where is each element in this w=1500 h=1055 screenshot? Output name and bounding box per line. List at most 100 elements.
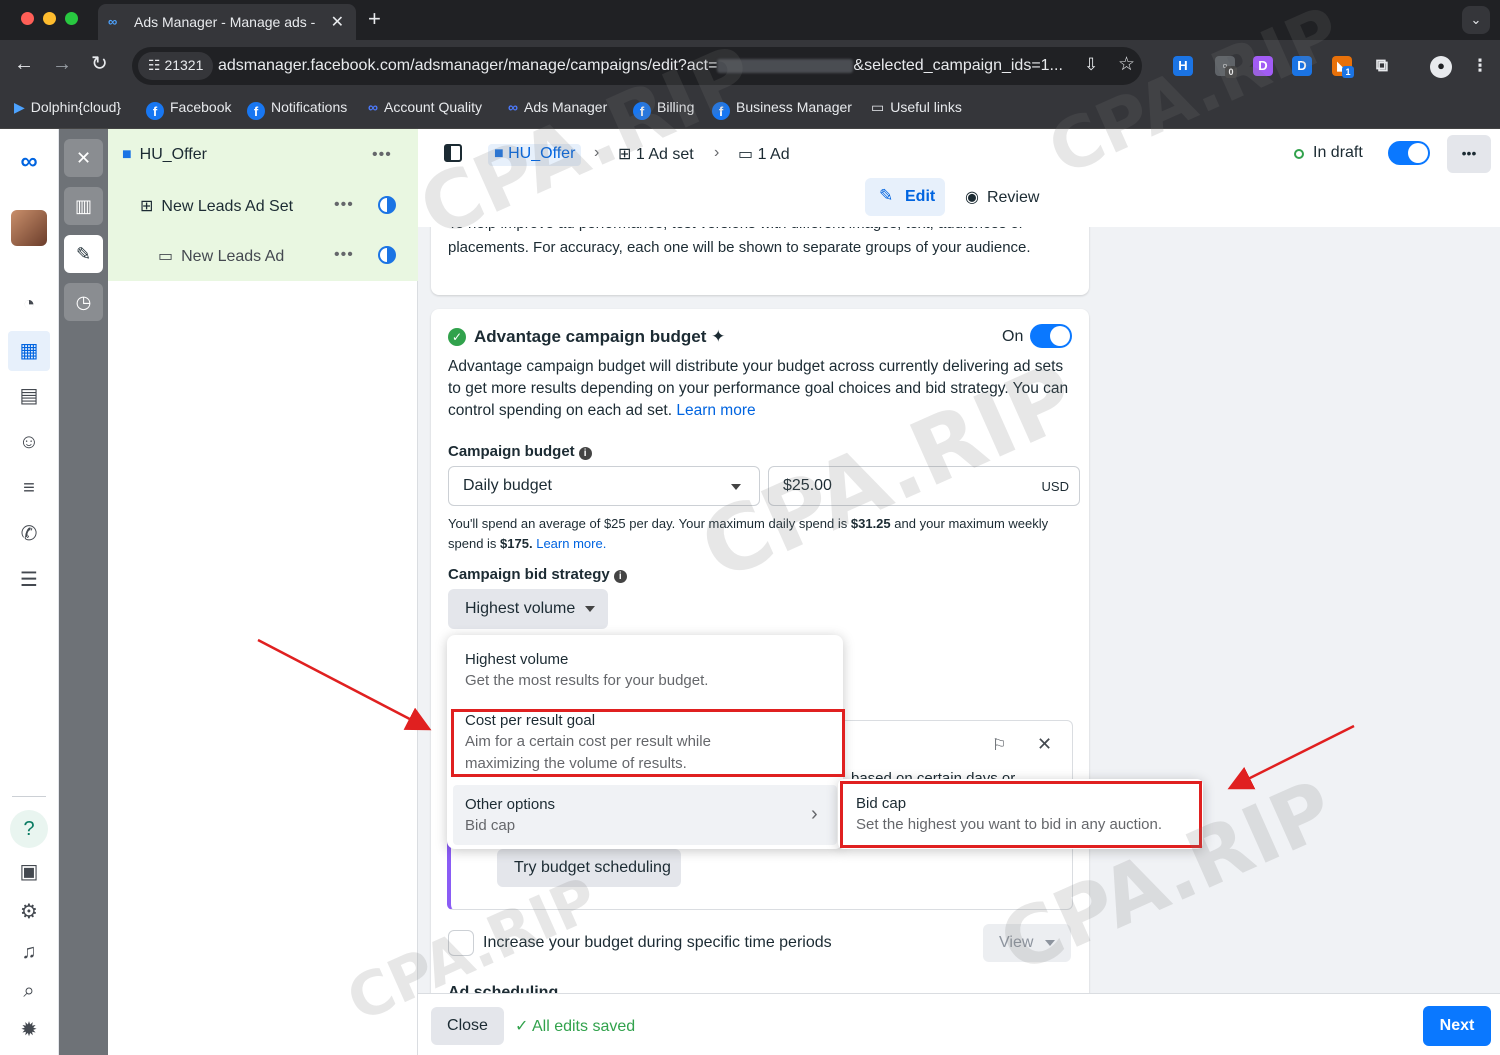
caret-down-icon	[731, 484, 741, 490]
meta-logo-icon[interactable]: ∞	[14, 147, 44, 177]
budget-type-select[interactable]: Daily budget	[448, 466, 760, 506]
bid-strategy-dropdown[interactable]: Highest volume	[448, 589, 608, 629]
next-button[interactable]: Next	[1423, 1006, 1491, 1046]
extension-fox-icon[interactable]: ◣ 1	[1332, 56, 1354, 78]
chart-icon[interactable]: ▥	[64, 187, 103, 225]
reload-icon[interactable]: ↻	[91, 54, 108, 74]
editor-tools-rail: ✕ ▥ ✎ ◷	[59, 129, 108, 1055]
help-icon[interactable]: ?	[10, 810, 48, 848]
extension-d-blue-icon[interactable]: D	[1292, 56, 1312, 76]
notifications-bell-icon[interactable]: ♫	[14, 937, 44, 967]
bookmark-billing[interactable]: f Billing	[633, 99, 694, 120]
bug-report-icon[interactable]: ✹	[14, 1015, 44, 1045]
adset-more-button[interactable]: •••	[334, 196, 354, 214]
budget-amount-input[interactable]: $25.00 USD	[768, 466, 1080, 506]
breadcrumb-ad[interactable]: ▭ 1 Ad	[738, 144, 790, 164]
ad-more-button[interactable]: •••	[334, 246, 354, 264]
menu-item-desc: Bid cap	[465, 817, 516, 834]
close-window-button[interactable]	[21, 12, 34, 25]
campaigns-table-icon[interactable]: ▦	[8, 331, 50, 371]
site-info-chip[interactable]: ☷ 21321	[138, 52, 214, 80]
bookmark-account-quality[interactable]: ∞ Account Quality	[368, 99, 482, 115]
caret-down-icon	[585, 606, 595, 612]
learn-more-link[interactable]: Learn more.	[536, 536, 606, 551]
acb-toggle[interactable]	[1030, 324, 1072, 348]
dashboard-gauge-icon[interactable]: ◔	[14, 289, 44, 319]
edit-pencil-icon[interactable]: ✎	[64, 235, 103, 273]
sidebar-toggle-icon[interactable]	[444, 144, 462, 162]
menu-item-desc: Get the most results for your budget.	[465, 672, 709, 689]
campaign-more-button[interactable]: •••	[372, 146, 392, 164]
breadcrumb-campaign[interactable]: ■ HU_Offer	[488, 144, 582, 166]
adset-status-half-icon	[378, 196, 396, 214]
menu-item-title: Highest volume	[465, 651, 569, 668]
tab-close-icon[interactable]: ✕	[331, 12, 344, 32]
bookmark-dolphin[interactable]: ▶ Dolphin{cloud}	[14, 99, 121, 116]
increase-budget-checkbox[interactable]	[448, 930, 474, 956]
bookmark-business-manager[interactable]: f Business Manager	[712, 99, 852, 120]
breadcrumb-adset[interactable]: ⊞ 1 Ad set	[618, 144, 694, 164]
bookmark-notifications[interactable]: f Notifications	[247, 99, 347, 120]
browser-tab[interactable]: ∞ Ads Manager - Manage ads - ✕	[98, 4, 356, 40]
bookmark-star-icon[interactable]: ☆	[1118, 53, 1135, 76]
billing-stack-icon[interactable]: ≡	[14, 473, 44, 503]
view-button[interactable]: View	[983, 924, 1071, 962]
close-button[interactable]: Close	[431, 1007, 504, 1045]
all-tools-menu-icon[interactable]: ☰	[14, 565, 44, 595]
chevron-right-icon: ›	[811, 803, 818, 825]
history-clock-icon[interactable]: ◷	[64, 283, 103, 321]
campaign-tree: ■ HU_Offer ••• ⊞ New Leads Ad Set ••• ▭ New…	[108, 129, 418, 1055]
ab-test-card: To help improve ad performance, test ver…	[431, 215, 1089, 295]
address-bar[interactable]: ☷ 21321 adsmanager.facebook.com/adsmanag…	[132, 47, 1142, 85]
extension-d-purple-icon[interactable]: D	[1253, 56, 1273, 76]
tree-ad-row[interactable]: ▭ New Leads Ad	[158, 246, 284, 270]
back-icon[interactable]: ←	[14, 54, 34, 74]
tab-search-button[interactable]: ⌄	[1462, 6, 1490, 34]
extensions-puzzle-icon[interactable]: ⧉	[1372, 56, 1392, 76]
bookmark-ads-manager[interactable]: ∞ Ads Manager	[508, 99, 607, 115]
campaign-on-toggle[interactable]	[1388, 141, 1430, 165]
new-tab-button[interactable]: +	[368, 6, 381, 32]
folder-icon: ■	[494, 145, 509, 162]
search-icon[interactable]: ⌕	[14, 976, 44, 1006]
tree-campaign-row[interactable]: ■ HU_Offer	[122, 146, 207, 170]
facebook-icon: f	[633, 102, 651, 120]
caret-down-icon	[1045, 940, 1055, 946]
feedback-icon[interactable]: ⚐	[992, 735, 1006, 755]
minimize-window-button[interactable]	[43, 12, 56, 25]
tab-review[interactable]: ◉ Review	[965, 187, 1039, 207]
forward-icon[interactable]: →	[52, 54, 72, 74]
currency-label: USD	[1041, 479, 1069, 494]
audiences-icon[interactable]: ☺	[14, 427, 44, 457]
extension-h-icon[interactable]: H	[1173, 56, 1193, 76]
info-icon[interactable]: i	[578, 447, 592, 460]
tab-edit[interactable]: ✎ Edit	[865, 178, 945, 216]
info-icon[interactable]: i	[613, 570, 627, 583]
bookmark-folder-useful-links[interactable]: ▭ Useful links	[871, 99, 962, 116]
acb-toggle-label: On	[1002, 328, 1024, 345]
install-app-icon[interactable]: ⇩	[1084, 55, 1098, 75]
header-more-button[interactable]: •••	[1447, 135, 1491, 173]
bookmark-facebook[interactable]: f Facebook	[146, 99, 231, 120]
learn-more-link[interactable]: Learn more	[676, 402, 755, 419]
try-budget-scheduling-button[interactable]: Try budget scheduling	[497, 849, 681, 887]
extension-box-icon[interactable]: ▫ 0	[1215, 56, 1237, 78]
tree-adset-row[interactable]: ⊞ New Leads Ad Set	[140, 196, 293, 220]
account-avatar[interactable]	[11, 210, 47, 246]
news-feed-icon[interactable]: ▣	[14, 857, 44, 887]
tab-title: Ads Manager - Manage ads -	[134, 14, 316, 30]
settings-gear-icon[interactable]: ⚙	[14, 897, 44, 927]
reports-icon[interactable]: ▤	[14, 381, 44, 411]
megaphone-icon[interactable]: ✆	[14, 519, 44, 549]
annotation-box-cost-per-result	[451, 709, 845, 777]
zoom-window-button[interactable]	[65, 12, 78, 25]
url-text[interactable]: adsmanager.facebook.com/adsmanager/manag…	[218, 57, 1063, 75]
close-editor-icon[interactable]: ✕	[64, 139, 103, 177]
folder-icon: ■	[122, 146, 132, 163]
close-card-icon[interactable]: ✕	[1037, 734, 1052, 755]
breadcrumb-separator: ›	[714, 144, 720, 161]
browser-menu-icon[interactable]: ⋮	[1470, 56, 1490, 76]
profile-avatar-icon[interactable]: ●	[1430, 56, 1452, 78]
acb-title: Advantage campaign budget ✦	[474, 327, 726, 346]
facebook-icon: f	[712, 102, 730, 120]
